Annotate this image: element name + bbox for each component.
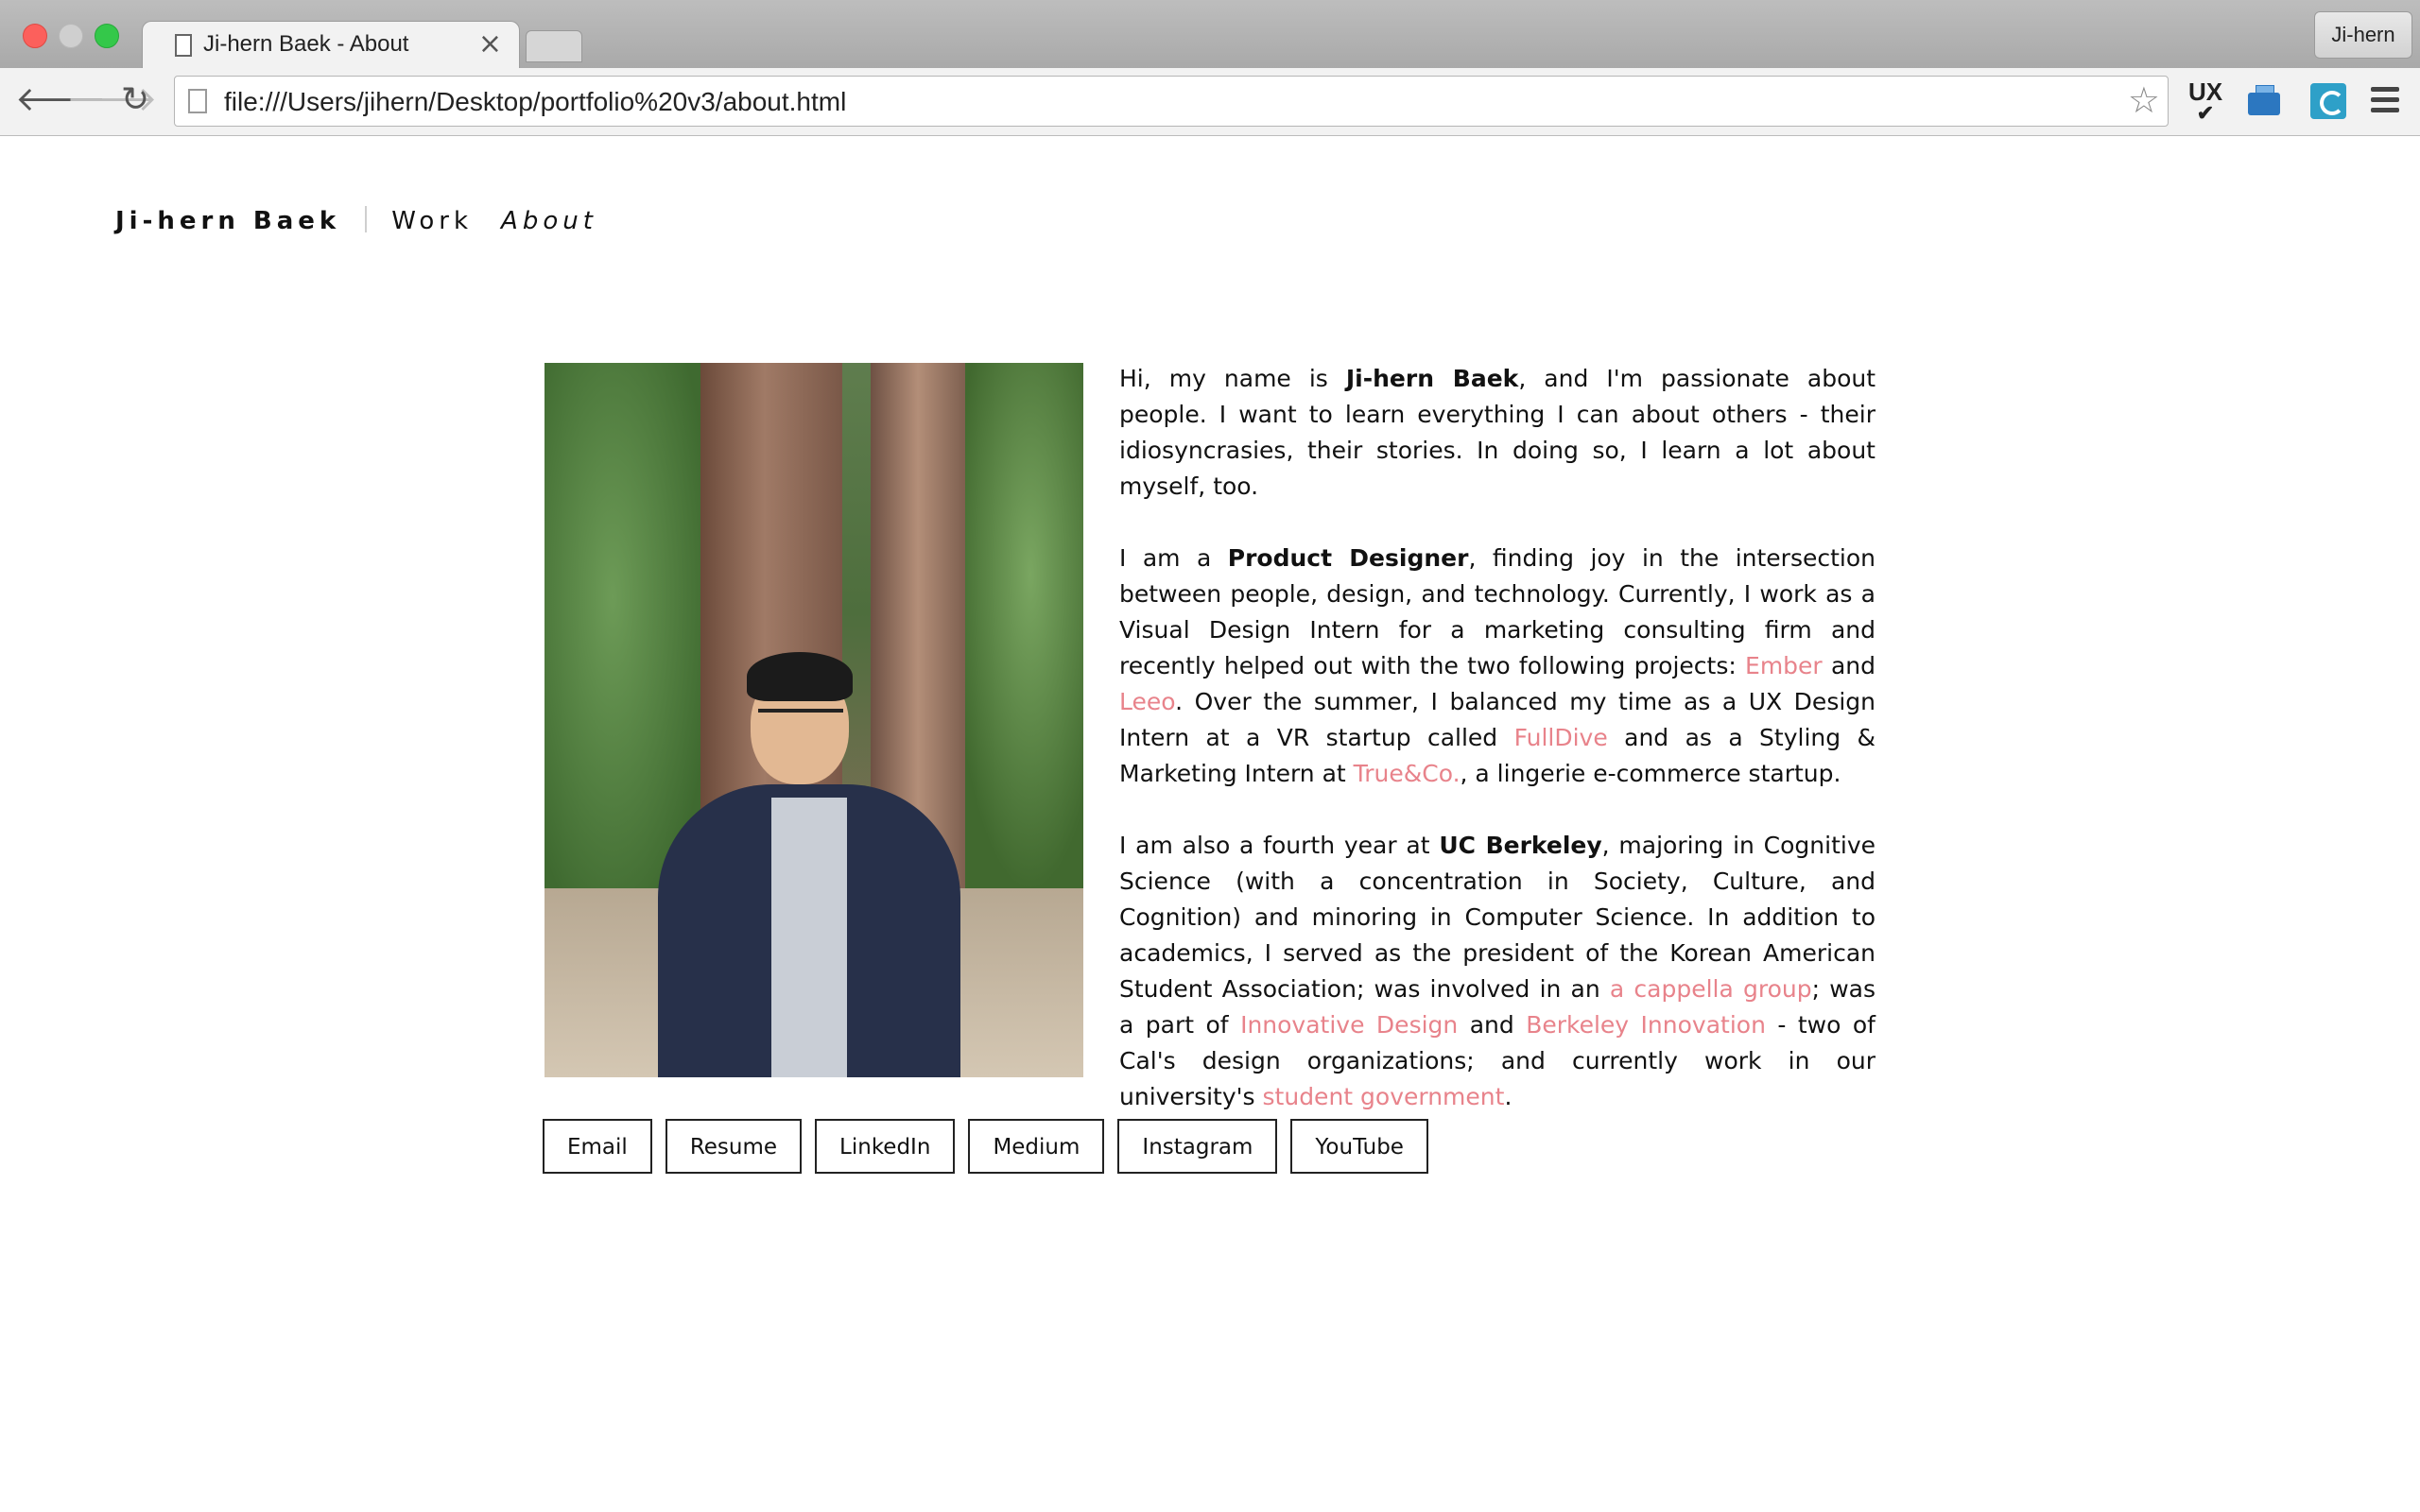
document-icon [175, 34, 192, 57]
toolbar: 🡐 🡒 ↻ file:///Users/jihern/Desktop/portf… [0, 68, 2420, 136]
social-buttons: Email Resume LinkedIn Medium Instagram YouTub… [543, 1119, 1442, 1176]
link-fulldive[interactable]: FullDive [1514, 724, 1608, 751]
bio-text: Hi, my name is Ji-hern Baek, and I'm pas… [1119, 361, 1876, 1151]
medium-button[interactable]: Medium [968, 1119, 1105, 1174]
new-tab-button[interactable] [526, 30, 582, 62]
linkedin-button[interactable]: LinkedIn [815, 1119, 956, 1174]
link-ember[interactable]: Ember [1745, 652, 1823, 679]
nav-divider [365, 206, 368, 232]
title-bar: Ji-hern Baek - About × Ji-hern [0, 0, 2420, 70]
profile-button[interactable]: Ji-hern [2314, 11, 2412, 59]
swirl-extension-icon[interactable] [2307, 79, 2350, 123]
hamburger-menu-icon[interactable] [2371, 87, 2399, 118]
nav-about-link[interactable]: About [501, 207, 597, 235]
site-nav: Ji-hern Baek Work About [115, 206, 597, 244]
browser-chrome: Ji-hern Baek - About × Ji-hern 🡐 🡒 ↻ fil… [0, 0, 2420, 136]
tab-title: Ji-hern Baek - About [203, 31, 409, 57]
bio-paragraph-2: I am a Product Designer, finding joy in … [1119, 544, 1876, 787]
bio-paragraph-3: I am also a fourth year at UC Berkeley, … [1119, 832, 1876, 1110]
link-student-government[interactable]: student government [1263, 1083, 1505, 1110]
ux-check-extension-icon[interactable]: UX ✔ [2184, 79, 2227, 125]
link-innovative-design[interactable]: Innovative Design [1240, 1011, 1458, 1039]
youtube-button[interactable]: YouTube [1290, 1119, 1428, 1174]
reload-icon[interactable]: ↻ [121, 81, 149, 119]
address-bar[interactable]: file:///Users/jihern/Desktop/portfolio%2… [174, 76, 2169, 127]
link-berkeley-innovation[interactable]: Berkeley Innovation [1526, 1011, 1766, 1039]
profile-photo [544, 363, 1083, 1077]
link-leeo[interactable]: Leeo [1119, 688, 1175, 715]
tab-close-icon[interactable]: × [478, 27, 502, 60]
page-icon [188, 89, 207, 113]
url-text[interactable]: file:///Users/jihern/Desktop/portfolio%2… [224, 87, 846, 117]
bookmark-star-icon[interactable]: ☆ [2128, 79, 2160, 121]
bio-paragraph-1: Hi, my name is Ji-hern Baek, and I'm pas… [1119, 365, 1876, 500]
window-close-button[interactable] [23, 24, 47, 48]
window-maximize-button[interactable] [95, 24, 119, 48]
email-button[interactable]: Email [543, 1119, 652, 1174]
resume-button[interactable]: Resume [665, 1119, 803, 1174]
instagram-button[interactable]: Instagram [1117, 1119, 1278, 1174]
window-minimize-button[interactable] [59, 24, 83, 48]
link-true-and-co[interactable]: True&Co. [1354, 760, 1461, 787]
check-icon: ✔ [2196, 101, 2215, 125]
link-a-cappella-group[interactable]: a cappella group [1610, 975, 1812, 1003]
inbox-extension-icon[interactable] [2242, 79, 2286, 123]
tab-active[interactable]: Ji-hern Baek - About × [142, 21, 520, 70]
site-name-link[interactable]: Ji-hern Baek [115, 207, 340, 235]
nav-work-link[interactable]: Work [391, 207, 473, 235]
